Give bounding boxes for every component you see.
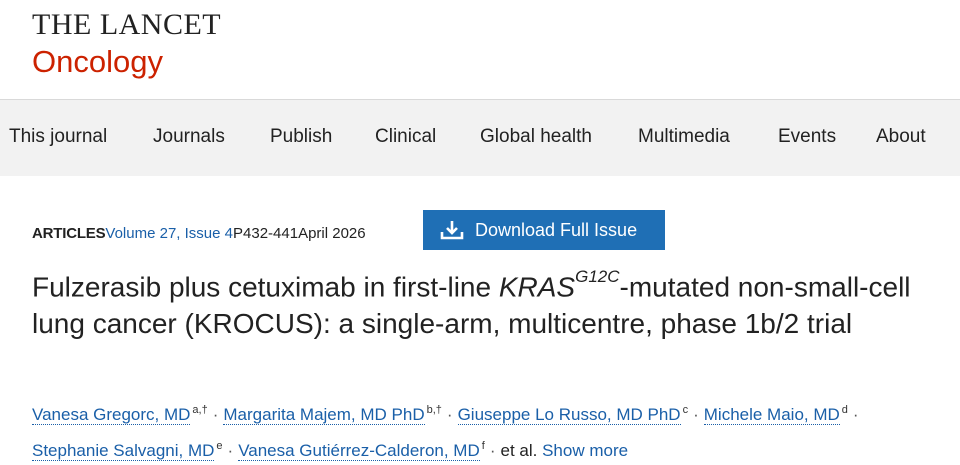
issue-link[interactable]: Volume 27, Issue 4 bbox=[105, 225, 233, 242]
affiliation-marker: f bbox=[481, 440, 485, 452]
nav-about[interactable]: About bbox=[876, 125, 926, 149]
affiliation-marker: e bbox=[216, 440, 223, 452]
author-list: Vanesa Gregorc, MD a,† · Margarita Majem, M… bbox=[32, 398, 952, 465]
et-al-text: et al. bbox=[500, 441, 538, 460]
author-separator: · bbox=[446, 405, 453, 424]
nav-clinical[interactable]: Clinical bbox=[375, 125, 436, 149]
affiliation-marker: a,† bbox=[192, 404, 208, 416]
affiliation-marker: c bbox=[682, 404, 689, 416]
author-separator: · bbox=[693, 405, 699, 424]
nav-events[interactable]: Events bbox=[778, 125, 836, 149]
mutation-superscript: G12C bbox=[575, 267, 620, 286]
gene-name: KRAS bbox=[498, 271, 576, 303]
publication-date: April 2026 bbox=[298, 225, 366, 242]
journal-masthead[interactable]: THE LANCET Oncology bbox=[32, 8, 221, 80]
download-full-issue-button[interactable]: Download Full Issue bbox=[423, 210, 665, 250]
author-link[interactable]: Stephanie Salvagni, MD bbox=[32, 441, 215, 461]
journal-name: Oncology bbox=[32, 44, 163, 79]
download-icon bbox=[440, 221, 464, 240]
nav-multimedia[interactable]: Multimedia bbox=[638, 125, 730, 149]
affiliation-marker: d bbox=[841, 404, 848, 416]
article-meta: ARTICLESVolume 27, Issue 4P432-441April … bbox=[32, 224, 366, 244]
author-link[interactable]: Michele Maio, MD bbox=[703, 405, 840, 425]
affiliation-marker: b,† bbox=[426, 404, 442, 416]
nav-journals[interactable]: Journals bbox=[153, 125, 225, 149]
author-link[interactable]: Giuseppe Lo Russo, MD PhD bbox=[457, 405, 681, 425]
page-range: P432-441 bbox=[233, 225, 299, 242]
nav-this-journal[interactable]: This journal bbox=[9, 125, 107, 149]
author-separator: · bbox=[227, 441, 234, 460]
show-more-link[interactable]: Show more bbox=[542, 441, 628, 460]
article-section: ARTICLES bbox=[32, 225, 106, 242]
author-link[interactable]: Margarita Majem, MD PhD bbox=[223, 405, 425, 425]
nav-publish[interactable]: Publish bbox=[270, 125, 332, 149]
lancet-wordmark: THE LANCET bbox=[32, 8, 222, 41]
nav-global-health[interactable]: Global health bbox=[480, 125, 592, 149]
author-separator: · bbox=[852, 405, 859, 424]
author-link[interactable]: Vanesa Gutiérrez-Calderon, MD bbox=[238, 441, 480, 461]
article-title: Fulzerasib plus cetuximab in first-line … bbox=[32, 267, 911, 340]
download-label: Download Full Issue bbox=[475, 219, 638, 240]
author-link[interactable]: Vanesa Gregorc, MD bbox=[32, 405, 191, 425]
author-separator: · bbox=[489, 441, 496, 460]
main-navigation: This journal Journals Publish Clinical G… bbox=[0, 100, 960, 176]
author-separator: · bbox=[212, 405, 219, 424]
